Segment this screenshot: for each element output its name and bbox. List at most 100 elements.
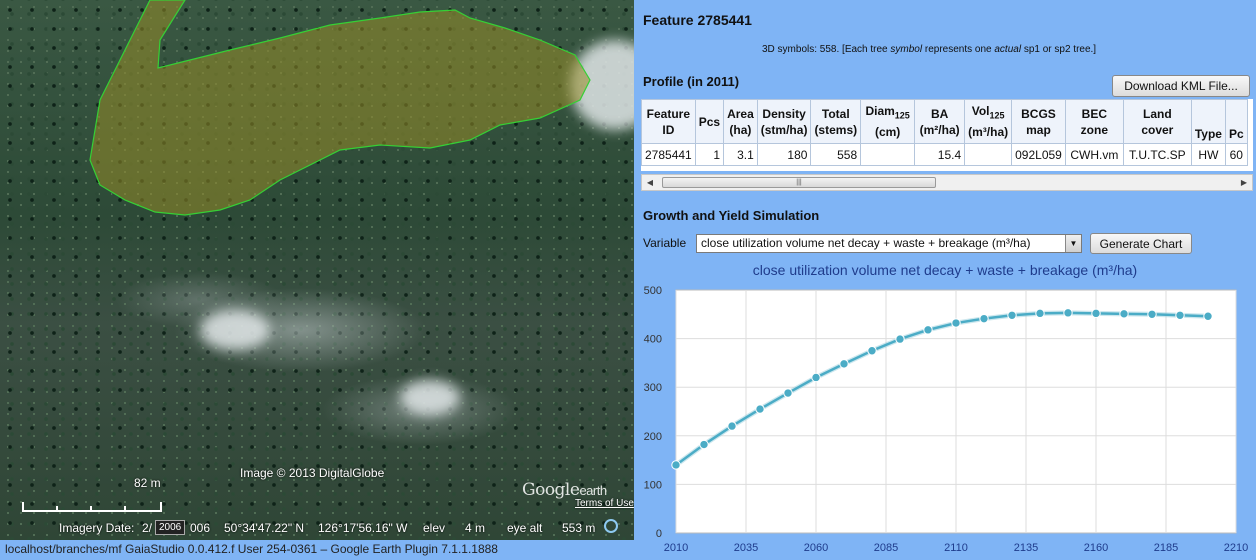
cell-type: HW: [1190, 143, 1226, 166]
table-horizontal-scrollbar[interactable]: ◀ ||| ▶: [641, 174, 1253, 191]
imagery-date-suffix: 006: [190, 521, 211, 535]
cell-feature-id: 2785441: [641, 143, 696, 166]
cell-total: 558: [810, 143, 862, 166]
app-window: 82 m Image © 2013 DigitalGlobe Googleear…: [0, 0, 1256, 560]
col-bec: BEC zone: [1064, 99, 1124, 144]
col-type: Type: [1190, 99, 1226, 144]
cell-bec: CWH.vm: [1064, 143, 1124, 166]
compass-icon[interactable]: [604, 519, 618, 533]
col-area: Area (ha): [723, 99, 758, 144]
chart-title: close utilization volume net decay + was…: [752, 262, 1138, 278]
terms-of-use-link[interactable]: Terms of Use: [575, 498, 634, 509]
x-tick-label: 2010: [664, 542, 688, 554]
y-tick-label: 500: [644, 285, 662, 297]
eye-altitude-value: 553 m: [562, 521, 596, 535]
x-tick-label: 2160: [1084, 542, 1108, 554]
col-density: Density (stm/ha): [756, 99, 812, 144]
col-pcs: Pcs: [694, 99, 725, 144]
scrollbar-thumb[interactable]: |||: [662, 177, 936, 188]
status-footer: localhost/branches/mf GaiaStudio 0.0.412…: [0, 540, 634, 560]
symbols-note: 3D symbols: 558. [Each tree symbol repre…: [762, 44, 1097, 55]
y-tick-label: 200: [644, 431, 662, 443]
cell-area: 3.1: [723, 143, 758, 166]
data-point: [979, 313, 989, 324]
imagery-date-value: 2/: [142, 521, 153, 535]
data-point: [811, 372, 821, 383]
scroll-left-icon[interactable]: ◀: [644, 177, 656, 188]
chevron-down-icon[interactable]: ▼: [1065, 235, 1081, 252]
feature-title: Feature 2785441: [643, 12, 752, 28]
y-tick-label: 100: [644, 479, 662, 491]
cell-bcgs: 092L059: [1011, 143, 1066, 166]
imagery-date-label: Imagery Date:: [59, 521, 135, 535]
data-point: [1119, 309, 1129, 319]
data-point: [671, 460, 681, 470]
y-tick-label: 0: [656, 528, 662, 540]
map-overlay: [89, 0, 591, 216]
image-credit: Image © 2013 DigitalGlobe: [240, 466, 385, 480]
cell-ba: 15.4: [914, 143, 966, 166]
col-land-cover: Land cover: [1122, 99, 1192, 144]
elevation-label: elev: [423, 521, 446, 535]
data-point: [755, 404, 765, 414]
cell-pc: 60: [1224, 143, 1248, 166]
col-ba: BA (m²/ha): [914, 99, 966, 144]
x-tick-label: 2035: [734, 542, 758, 554]
download-kml-button[interactable]: Download KML File...: [1112, 75, 1250, 97]
scale-bar: [22, 494, 162, 512]
y-tick-label: 400: [644, 334, 662, 346]
variable-select[interactable]: close utilization volume net decay + was…: [696, 234, 1082, 253]
data-point: [1147, 309, 1157, 319]
data-point: [1203, 311, 1213, 321]
feature-polygon[interactable]: [89, 0, 591, 216]
google-earth-logo: Googleearth: [522, 480, 607, 500]
y-tick-label: 300: [644, 382, 662, 394]
x-tick-label: 2210: [1224, 542, 1248, 554]
col-feature-id: Feature ID: [641, 99, 696, 144]
col-diam: Diam125 (cm): [860, 99, 916, 144]
data-point: [895, 334, 905, 344]
data-point: [727, 421, 737, 431]
cell-density: 180: [756, 143, 812, 166]
generate-chart-button[interactable]: Generate Chart: [1090, 233, 1192, 254]
growth-yield-title: Growth and Yield Simulation: [643, 208, 820, 223]
eye-altitude-label: eye alt: [507, 521, 543, 535]
data-point: [1175, 310, 1185, 320]
feature-panel: Feature 2785441 3D symbols: 558. [Each t…: [634, 0, 1256, 560]
x-tick-label: 2060: [804, 542, 828, 554]
data-point: [699, 439, 709, 450]
elevation-value: 4 m: [465, 521, 486, 535]
x-tick-label: 2085: [874, 542, 898, 554]
col-pc: Pc: [1224, 99, 1248, 144]
historical-imagery-badge[interactable]: 2006: [155, 520, 186, 535]
data-point: [839, 359, 849, 369]
profile-table: Feature ID Pcs Area (ha) Density (stm/ha) T…: [641, 99, 1248, 166]
longitude-readout: 126°17'56.16" W: [318, 521, 408, 535]
cell-land-cover: T.U.TC.SP: [1122, 143, 1192, 166]
x-tick-label: 2110: [944, 542, 968, 554]
data-point: [951, 318, 961, 328]
x-tick-label: 2185: [1154, 542, 1178, 554]
data-point: [1007, 310, 1017, 320]
satellite-map[interactable]: 82 m Image © 2013 DigitalGlobe Googleear…: [0, 0, 634, 540]
profile-table-container[interactable]: Feature ID Pcs Area (ha) Density (stm/ha) T…: [641, 99, 1253, 171]
table-row: 2785441 1 3.1 180 558 15.4 092L059 CWH.v…: [641, 143, 1248, 166]
data-point: [1091, 308, 1101, 319]
scale-label: 82 m: [134, 476, 161, 490]
scroll-right-icon[interactable]: ▶: [1238, 177, 1250, 188]
col-vol: Vol125 (m³/ha): [964, 99, 1013, 144]
data-point: [783, 388, 793, 398]
data-point: [1063, 308, 1073, 318]
data-point: [923, 325, 933, 335]
col-total: Total (stems): [810, 99, 862, 144]
x-tick-label: 2135: [1014, 542, 1038, 554]
variable-select-value: close utilization volume net decay + was…: [701, 236, 1031, 250]
variable-label: Variable: [643, 236, 687, 250]
cell-pcs: 1: [694, 143, 725, 166]
data-point: [867, 346, 877, 356]
col-bcgs: BCGS map: [1011, 99, 1066, 144]
profile-title: Profile (in 2011): [643, 74, 740, 89]
map-status-bar: Imagery Date: 2/ 006 50°34'47.22" N 126°…: [0, 518, 634, 540]
growth-yield-chart: 2010 2035 2060 2085 2110 2135 2160 2185 2210 0 100…: [644, 285, 1249, 554]
table-header-row: Feature ID Pcs Area (ha) Density (stm/ha) T…: [641, 99, 1248, 144]
